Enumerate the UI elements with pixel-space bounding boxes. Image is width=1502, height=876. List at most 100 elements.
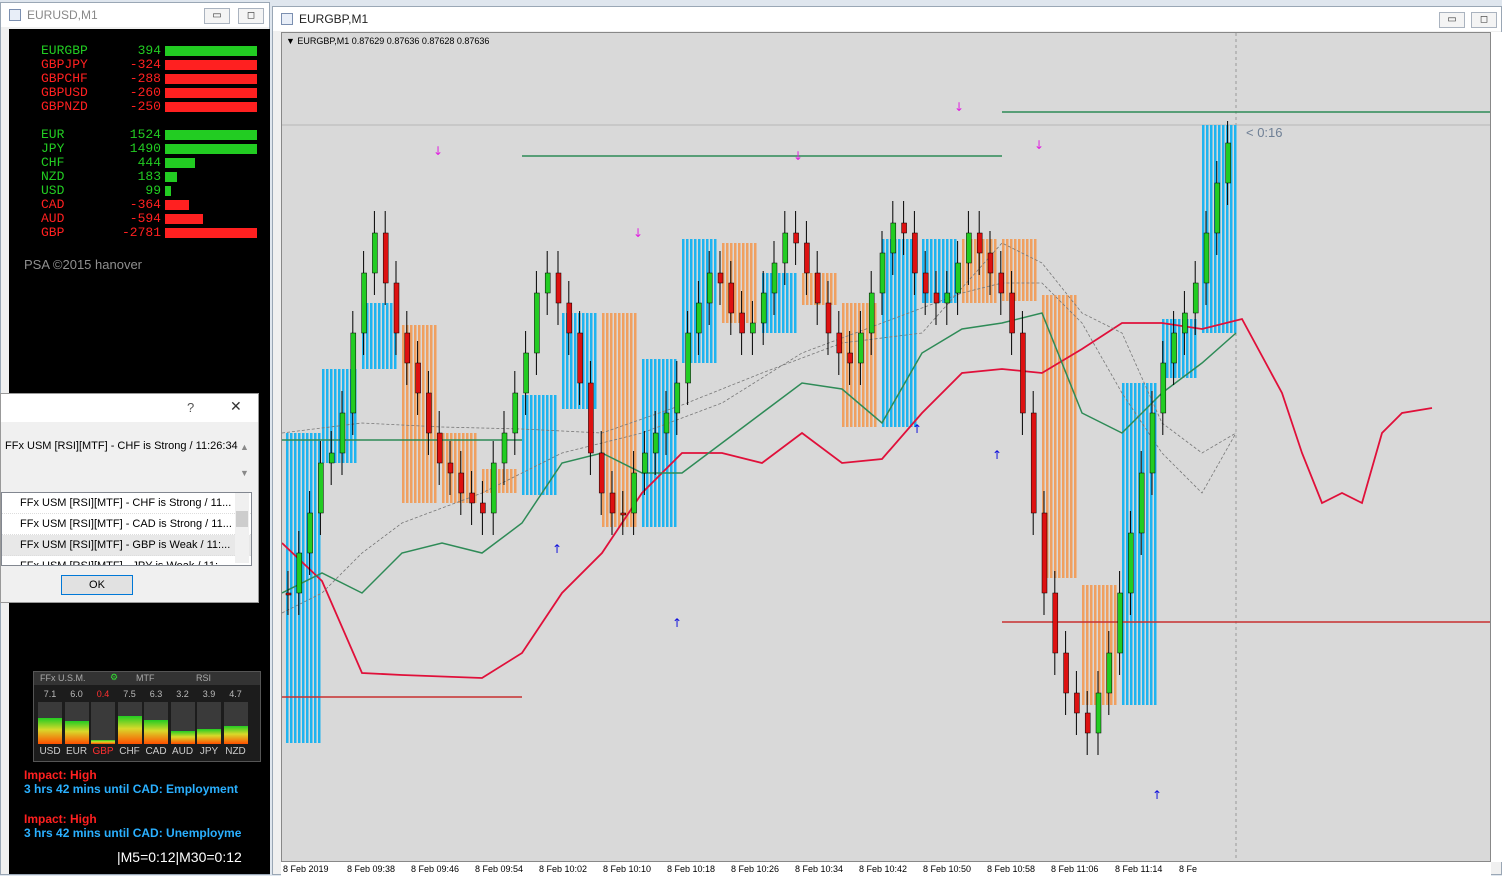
zone-bar [1234, 125, 1237, 333]
eurgbp-window: EURGBP,M1 ▭ ◻ ↓ ↓ ↓ ↓ ↓ ↑ ↑ ↑ ↑ ↑ ▼ EURGBP,M1 0.8… [272, 6, 1502, 876]
eurusd-title: EURUSD,M1 [27, 8, 98, 22]
alert-list-item[interactable]: FFx USM [RSI][MTF] - GBP is Weak / 11:..… [2, 535, 251, 556]
candle-body [836, 332, 843, 354]
zone-bar [386, 303, 389, 369]
zone-bar [1222, 125, 1225, 333]
envelope-line [282, 282, 1237, 614]
zone-bar [574, 313, 577, 409]
news-event: 3 hrs 42 mins until CAD: Unemployme [24, 826, 242, 840]
close-icon[interactable]: ✕ [230, 398, 242, 415]
zone-bar [1030, 239, 1033, 301]
minimize-button[interactable]: ▭ [1439, 12, 1465, 28]
eurusd-titlebar[interactable]: EURUSD,M1 ▭ ◻ [1, 3, 269, 27]
zone-bar [1058, 295, 1061, 578]
alert-list-item[interactable]: FFx USM [RSI][MTF] - JPY is Weak / 11:..… [2, 556, 251, 565]
usm-bar-fill [64, 721, 89, 744]
alert-list-scrollbar[interactable] [235, 493, 249, 563]
zone-bar [626, 313, 629, 527]
zone-bar [974, 239, 977, 303]
strength-bar [165, 102, 257, 112]
scroll-down-icon[interactable]: ▼ [240, 468, 249, 478]
scrollbar-thumb[interactable] [236, 511, 248, 527]
zone-bar [486, 469, 489, 493]
alert-list-item[interactable]: FFx USM [RSI][MTF] - CAD is Strong / 11.… [2, 514, 251, 535]
candle-body [674, 382, 681, 414]
ok-button[interactable]: OK [61, 575, 133, 595]
zone-bar [1026, 239, 1029, 301]
zone-bar [842, 303, 845, 427]
restore-button[interactable]: ◻ [238, 8, 264, 24]
zone-bar [1034, 239, 1037, 301]
zone-bar [902, 239, 905, 427]
candle-body [1149, 412, 1156, 474]
time-axis[interactable]: 8 Feb 2019 8 Feb 09:38 8 Feb 09:46 8 Feb 09… [281, 862, 1491, 876]
strength-bar [165, 46, 257, 56]
zone-bar [670, 359, 673, 527]
zone-bar [498, 469, 501, 493]
ohlc-label: ▼ EURGBP,M1 0.87629 0.87636 0.87628 0.87… [286, 36, 489, 46]
zone-bar [1146, 383, 1149, 705]
usm-currency-label: CHF [119, 746, 140, 757]
candle-body [728, 282, 735, 314]
alert-titlebar[interactable]: ? ✕ [1, 394, 258, 422]
candle-body [469, 492, 475, 504]
alert-list-item[interactable]: FFx USM [RSI][MTF] - CHF is Strong / 11.… [2, 493, 251, 514]
candle-body [868, 292, 875, 334]
zone-bar [374, 303, 377, 369]
candle-body [901, 222, 907, 234]
help-icon[interactable]: ? [187, 400, 194, 415]
eurgbp-titlebar[interactable]: EURGBP,M1 ▭ ◻ [273, 7, 1501, 31]
candle-body [382, 232, 389, 284]
candle-body [771, 262, 778, 294]
candle-body [372, 232, 378, 274]
candle-body [588, 382, 594, 454]
usm-bar-fill [197, 729, 221, 744]
price-axis[interactable] [1491, 32, 1502, 862]
price-chart[interactable]: ↓ ↓ ↓ ↓ ↓ ↑ ↑ ↑ ↑ ↑ ▼ EURGBP,M1 0.87629 0.87636 0… [281, 32, 1491, 862]
candle-body [361, 272, 367, 334]
dropdown-triangle-icon[interactable]: ▼ [286, 36, 297, 46]
zone-bar [646, 359, 649, 527]
candle-body [1041, 512, 1048, 594]
scroll-up-icon[interactable]: ▲ [240, 442, 249, 452]
alert-message: FFx USM [RSI][MTF] - CHF is Strong / 11:… [5, 440, 238, 452]
zone-bar [1090, 585, 1093, 705]
usm-currency-label: AUD [171, 746, 194, 757]
candle-body [1030, 412, 1037, 514]
time-label: 8 Feb 10:26 [731, 864, 780, 874]
usm-bar-column [91, 702, 115, 744]
minimize-button[interactable]: ▭ [204, 8, 230, 24]
zone-bar [346, 369, 349, 463]
sell-arrow-icon: ↓ [633, 226, 643, 240]
zone-bar [822, 273, 825, 305]
symbol-label: GBP [41, 225, 65, 240]
zone-bar [1014, 239, 1017, 301]
time-label: 8 Feb 11:14 [1115, 864, 1163, 874]
strength-value: 394 [137, 43, 161, 58]
usm-value: 4.7 [229, 689, 242, 699]
zone-bar [834, 273, 837, 305]
zone-bar [746, 243, 749, 323]
buy-arrow-icon: ↑ [552, 542, 562, 556]
candle-body [1009, 292, 1015, 334]
usm-value: 3.9 [202, 689, 216, 699]
gear-icon[interactable]: ⚙ [110, 672, 118, 683]
candle-body [404, 332, 411, 364]
zone-bar [594, 313, 597, 409]
candle-body [685, 332, 691, 384]
candle-body [760, 292, 767, 324]
strength-value: 183 [137, 169, 161, 184]
symbol-label: AUD [41, 211, 65, 226]
sell-arrow-icon: ↓ [433, 144, 443, 158]
alert-history-list[interactable]: FFx USM [RSI][MTF] - CHF is Strong / 11.… [1, 492, 252, 566]
zone-bar [994, 239, 997, 303]
zone-bar [1114, 585, 1117, 705]
zone-bar [546, 395, 549, 495]
zone-bar [402, 325, 405, 503]
restore-button[interactable]: ◻ [1471, 12, 1497, 28]
zone-bar [1062, 295, 1065, 578]
candle-body [1160, 362, 1167, 414]
symbol-label: GBPUSD [41, 85, 88, 100]
candle-body [501, 432, 508, 464]
symbol-label: GBPNZD [41, 99, 88, 114]
